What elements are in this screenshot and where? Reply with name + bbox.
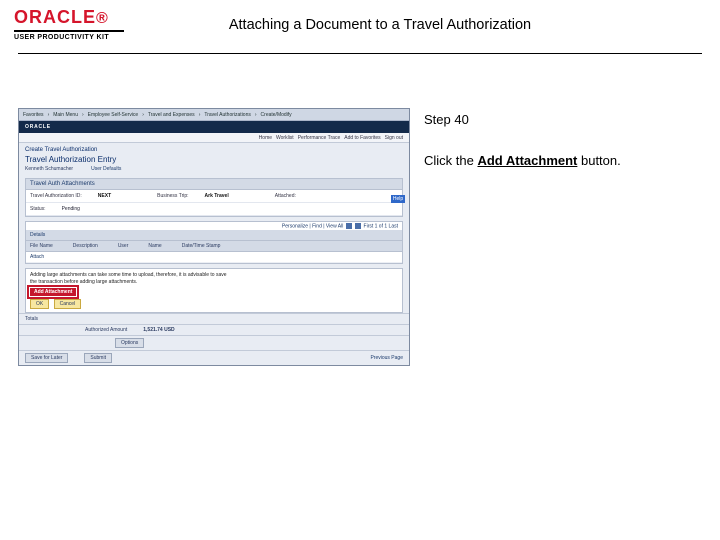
upk-label: USER PRODUCTIVITY KIT — [14, 34, 124, 41]
cancel-button[interactable]: Cancel — [54, 299, 82, 309]
options-button: Options — [115, 338, 144, 348]
thumb-title-small: Create Travel Authorization — [25, 147, 403, 153]
attach-link: Attach — [30, 254, 44, 260]
oracle-logo-text: ORACLE — [14, 7, 96, 27]
instruction-text: Click the Add Attachment button. — [424, 149, 702, 172]
thumb-footer: Totals Authorized Amount 1,521.74 USD Op… — [19, 313, 409, 365]
download-icon — [355, 223, 361, 229]
oracle-logo: ORACLE® — [14, 8, 124, 27]
step-label: Step 40 — [424, 108, 702, 131]
app-screenshot-thumbnail: Favorites› Main Menu› Employee Self-Serv… — [18, 108, 410, 366]
auth-amount-value: 1,521.74 USD — [143, 327, 174, 333]
thumb-breadcrumb: Favorites› Main Menu› Employee Self-Serv… — [19, 109, 409, 121]
thumb-attachments-panel: Travel Auth Attachments Travel Authoriza… — [25, 178, 403, 217]
thumb-message-box: Adding large attachments can take some t… — [25, 268, 403, 313]
thumb-brand: ORACLE — [19, 121, 409, 133]
totals-label: Totals — [25, 316, 38, 322]
oracle-logo-block: ORACLE® USER PRODUCTIVITY KIT — [14, 8, 124, 41]
instruction-bold: Add Attachment — [477, 153, 577, 168]
logo-underline — [14, 30, 124, 32]
page-title: Attaching a Document to a Travel Authori… — [124, 17, 706, 33]
grid-icon — [346, 223, 352, 229]
thumb-user-name: Kenneth Schumacher — [25, 166, 73, 172]
help-icon: Help — [391, 195, 405, 203]
thumb-subnav: Home Worklist Performance Trace Add to F… — [19, 133, 409, 143]
instruction-suffix: button. — [577, 153, 620, 168]
auth-amount-label: Authorized Amount — [85, 327, 127, 333]
thumb-user-defaults: User Defaults — [91, 166, 121, 172]
submit-button: Submit — [84, 353, 112, 363]
previous-page-link: Previous Page — [370, 355, 403, 361]
thumb-details-grid: Personalize | Find | View All First 1 of… — [25, 221, 403, 264]
save-for-later-button: Save for Later — [25, 353, 68, 363]
instruction-prefix: Click the — [424, 153, 477, 168]
ok-button[interactable]: OK — [30, 299, 49, 309]
thumb-title-big: Travel Authorization Entry — [25, 155, 403, 164]
thumb-panel-title: Travel Auth Attachments — [26, 179, 402, 190]
add-attachment-button[interactable]: Add Attachment — [30, 288, 76, 296]
